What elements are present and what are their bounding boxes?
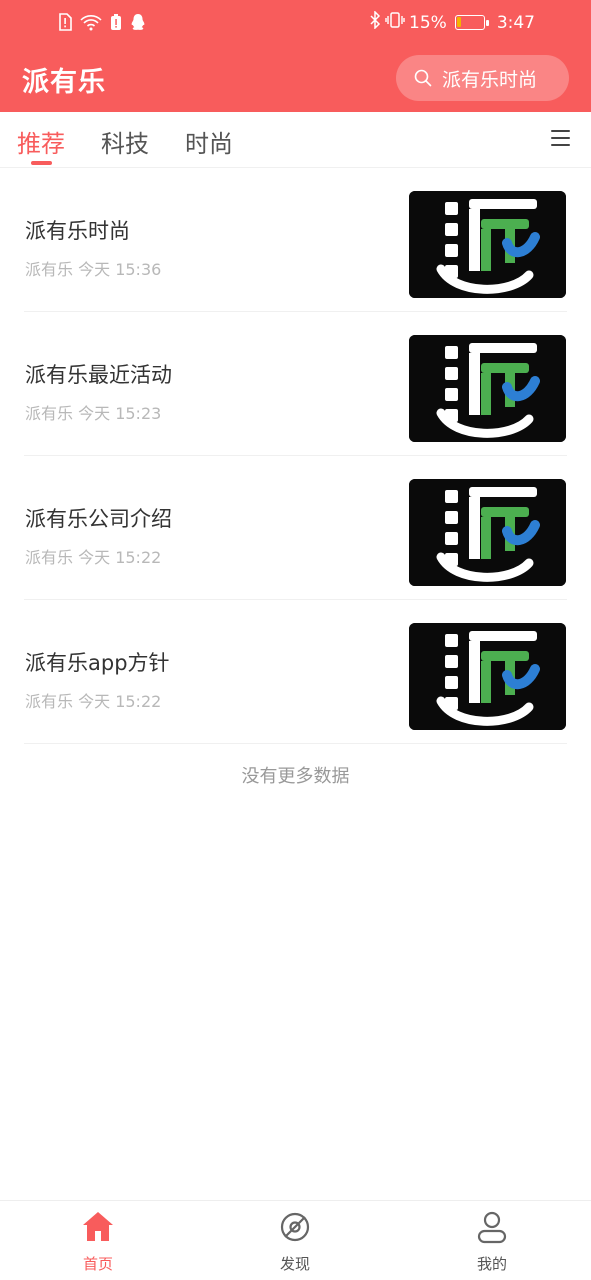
- qq-icon: [130, 12, 146, 32]
- status-icons-right: 15% 3:47: [369, 10, 535, 34]
- list-end-text: 没有更多数据: [241, 766, 350, 787]
- app-header: 15% 3:47 派有乐 派有乐时尚: [0, 0, 591, 112]
- list-item[interactable]: 派有乐app方针 派有乐 今天 15:22: [0, 600, 591, 744]
- pai-logo-image: [409, 191, 566, 298]
- category-tabs: 推荐 科技 时尚: [0, 112, 591, 168]
- article-title: 派有乐最近活动: [25, 363, 172, 387]
- article-time: 今天 15:22: [78, 692, 162, 711]
- battery-percent: 15%: [409, 12, 447, 33]
- search-bar[interactable]: 派有乐时尚: [396, 55, 569, 101]
- sim-alert-icon: [58, 12, 72, 32]
- article-source: 派有乐: [25, 260, 74, 279]
- article-source: 派有乐: [25, 548, 74, 567]
- list-item[interactable]: 派有乐公司介绍 派有乐 今天 15:22: [0, 456, 591, 600]
- list-item[interactable]: 派有乐最近活动 派有乐 今天 15:23: [0, 312, 591, 456]
- app-title: 派有乐: [22, 67, 106, 98]
- nav-mine-label: 我的: [476, 1255, 507, 1273]
- tab-fashion[interactable]: 时尚: [185, 124, 233, 159]
- list-item[interactable]: 派有乐时尚 派有乐 今天 15:36: [0, 168, 591, 312]
- status-time: 3:47: [496, 12, 535, 33]
- compass-icon: [280, 1212, 310, 1242]
- battery-alert-icon: [110, 12, 122, 32]
- article-thumbnail: [409, 191, 566, 298]
- article-meta: 派有乐 今天 15:22: [25, 544, 161, 568]
- article-time: 今天 15:36: [78, 260, 162, 279]
- tab-active-indicator: [31, 161, 52, 165]
- article-meta: 派有乐 今天 15:22: [25, 688, 161, 712]
- user-icon: [477, 1211, 507, 1244]
- article-source: 派有乐: [25, 692, 74, 711]
- article-title: 派有乐app方针: [25, 651, 170, 675]
- nav-home-label: 首页: [82, 1255, 113, 1273]
- search-text: 派有乐时尚: [442, 68, 538, 91]
- article-title: 派有乐公司介绍: [25, 507, 172, 531]
- nav-home[interactable]: 首页: [38, 1201, 158, 1280]
- nav-mine[interactable]: 我的: [432, 1201, 552, 1280]
- article-thumbnail: [409, 335, 566, 442]
- article-time: 今天 15:22: [78, 548, 162, 567]
- pai-logo-image: [409, 479, 566, 586]
- battery-level: [456, 17, 461, 27]
- article-source: 派有乐: [25, 404, 74, 423]
- article-meta: 派有乐 今天 15:23: [25, 400, 161, 424]
- article-thumbnail: [409, 479, 566, 586]
- bottom-nav: 首页 发现 我的: [0, 1200, 591, 1280]
- nav-discover-label: 发现: [279, 1255, 310, 1273]
- tab-tech[interactable]: 科技: [101, 124, 149, 159]
- nav-discover[interactable]: 发现: [235, 1201, 355, 1280]
- battery-icon: [454, 15, 489, 30]
- search-icon: [414, 69, 432, 87]
- home-icon: [83, 1212, 113, 1241]
- article-time: 今天 15:23: [78, 404, 162, 423]
- pai-logo-image: [409, 623, 566, 730]
- bluetooth-icon: [369, 10, 381, 34]
- article-list: 派有乐时尚 派有乐 今天 15:36 派有乐最近活动 派有乐 今天 15:23 …: [0, 168, 591, 744]
- article-meta: 派有乐 今天 15:36: [25, 256, 161, 280]
- pai-logo-image: [409, 335, 566, 442]
- status-icons-left: [58, 12, 146, 32]
- vibrate-icon: [385, 11, 405, 34]
- menu-icon[interactable]: [551, 130, 570, 146]
- article-title: 派有乐时尚: [25, 219, 130, 243]
- divider: [24, 743, 567, 744]
- tab-recommend[interactable]: 推荐: [17, 124, 65, 159]
- wifi-icon: [80, 12, 102, 32]
- article-thumbnail: [409, 623, 566, 730]
- status-bar: 15% 3:47: [0, 0, 591, 44]
